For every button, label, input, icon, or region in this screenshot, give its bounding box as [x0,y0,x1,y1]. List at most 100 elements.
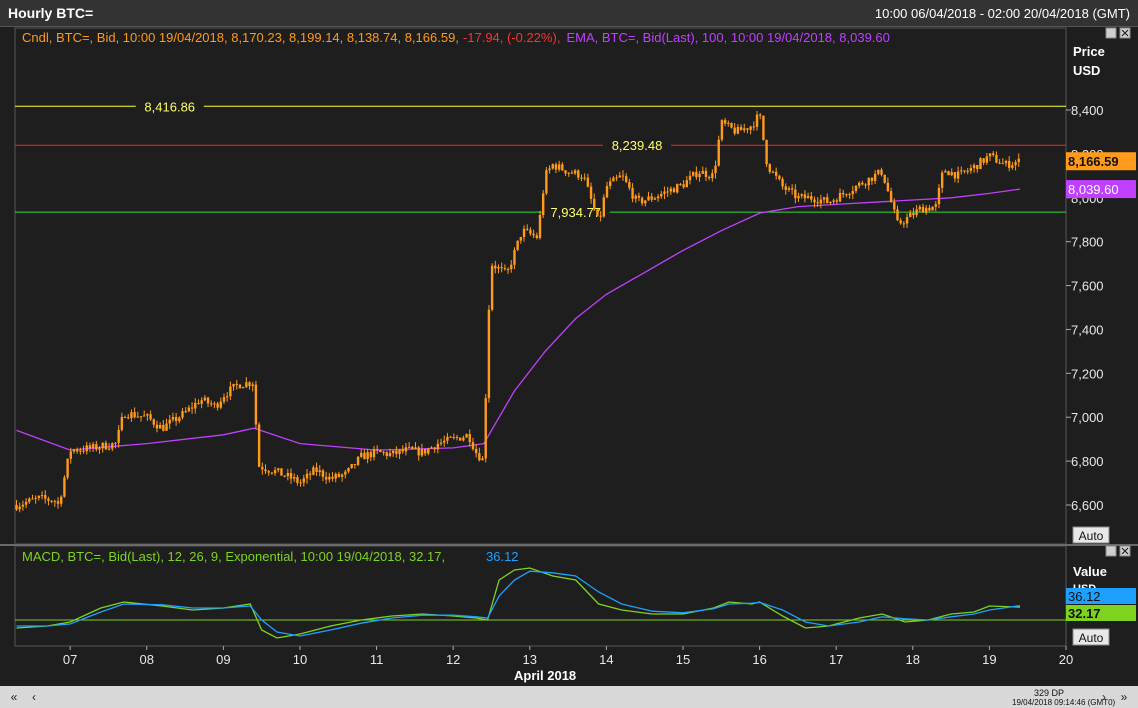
candle-body [439,442,443,444]
candle-body [867,177,870,186]
candle-body [944,171,947,173]
candle-body [123,416,127,418]
candle-body [465,434,468,438]
candle-body [676,184,679,193]
candle-body [139,416,143,418]
candle-body [75,449,79,452]
candle-body [203,397,207,401]
candle-body [669,188,673,192]
candle-body [91,444,95,449]
candle-body [37,495,41,498]
candle-body [117,429,120,443]
candle-body [436,443,440,450]
candle-body [280,468,283,476]
candle-body [829,201,832,204]
x-tick-label: 12 [446,652,460,667]
candle-body [538,215,542,239]
candle-body [746,128,749,130]
candle-body [197,402,200,404]
price-tick-label: 7,600 [1071,279,1104,294]
candle-body [443,440,446,443]
candle-body [350,463,353,469]
candle-body [181,411,184,418]
x-tick-label: 09 [216,652,230,667]
chart-canvas[interactable]: Price USD 6,600 6,800 7,000 7,200 7,400 7,600 7,… [0,0,1138,686]
candle-body [430,447,433,449]
candle-body [229,386,232,397]
candle-body [219,401,223,408]
x-tick-label: 16 [752,652,766,667]
candle-body [1001,163,1005,165]
candle-body [573,170,577,174]
candle-body [462,437,465,441]
candle-body [168,419,171,424]
maximize-icon[interactable] [1105,545,1117,557]
maximize-icon[interactable] [1105,27,1117,39]
candle-body [60,496,63,504]
candle-body [398,449,401,455]
candle-body [924,207,928,213]
x-tick-label: 07 [63,652,77,667]
candle-body [149,414,152,420]
candle-body [194,402,197,409]
candle-body [784,186,787,190]
candle-body [979,158,982,170]
candle-body [570,172,574,174]
candle-body [1011,165,1014,168]
candle-body [577,170,580,178]
candle-body [561,164,564,171]
candle-body [861,182,864,185]
candle-body [586,177,590,187]
candle-body [289,473,293,479]
candle-body [656,196,660,199]
candle-body [934,204,937,207]
candle-body [963,170,966,172]
scroll-bar[interactable]: « ‹ 329 DP › » 19/04/2018 09:14:46 (GMT0… [0,686,1138,708]
candle-body [822,197,826,200]
scroll-first-icon[interactable]: « [6,689,22,705]
scroll-last-icon[interactable]: » [1116,689,1132,705]
candle-body [982,158,985,163]
candle-body [842,192,845,195]
candle-body [458,437,462,441]
candle-body [947,171,950,176]
candle-body [174,416,178,422]
cndl-legend: Cndl, BTC=, Bid, 10:00 19/04/2018, 8,170… [22,30,459,45]
candle-body [468,434,471,443]
macd-axis-title: Value [1073,564,1107,579]
candle-body [484,398,487,459]
candle-body [816,202,819,204]
candle-body [813,199,816,203]
candle-body [471,442,475,450]
candle-body [79,450,82,452]
price-tick-label: 8,400 [1071,103,1104,118]
scroll-left-icon[interactable]: ‹ [26,689,42,705]
candle-body [1014,162,1017,166]
candle-body [449,436,452,438]
candle-body [768,164,771,172]
candle-body [66,458,69,478]
candle-body [880,169,883,175]
candle-body [733,127,736,134]
candle-body [848,194,851,196]
x-tick-label: 11 [370,652,384,667]
candle-body [679,184,682,186]
candle-body [736,127,740,134]
candle-body [529,229,532,234]
candle-body [743,128,746,131]
candle-body [759,114,762,116]
candle-body [50,500,53,502]
candle-body [324,476,328,480]
candle-body [85,445,88,452]
candle-body [889,191,893,203]
candle-body [56,501,60,504]
candle-body [510,264,513,270]
candle-body [899,220,902,224]
candle-body [171,416,175,420]
candle-body [130,412,133,419]
candle-body [206,397,210,404]
candle-body [238,384,242,389]
candle-body [388,453,392,456]
macd-legend: MACD, BTC=, Bid(Last), 12, 26, 9, Expone… [22,549,445,564]
candle-body [331,476,334,479]
